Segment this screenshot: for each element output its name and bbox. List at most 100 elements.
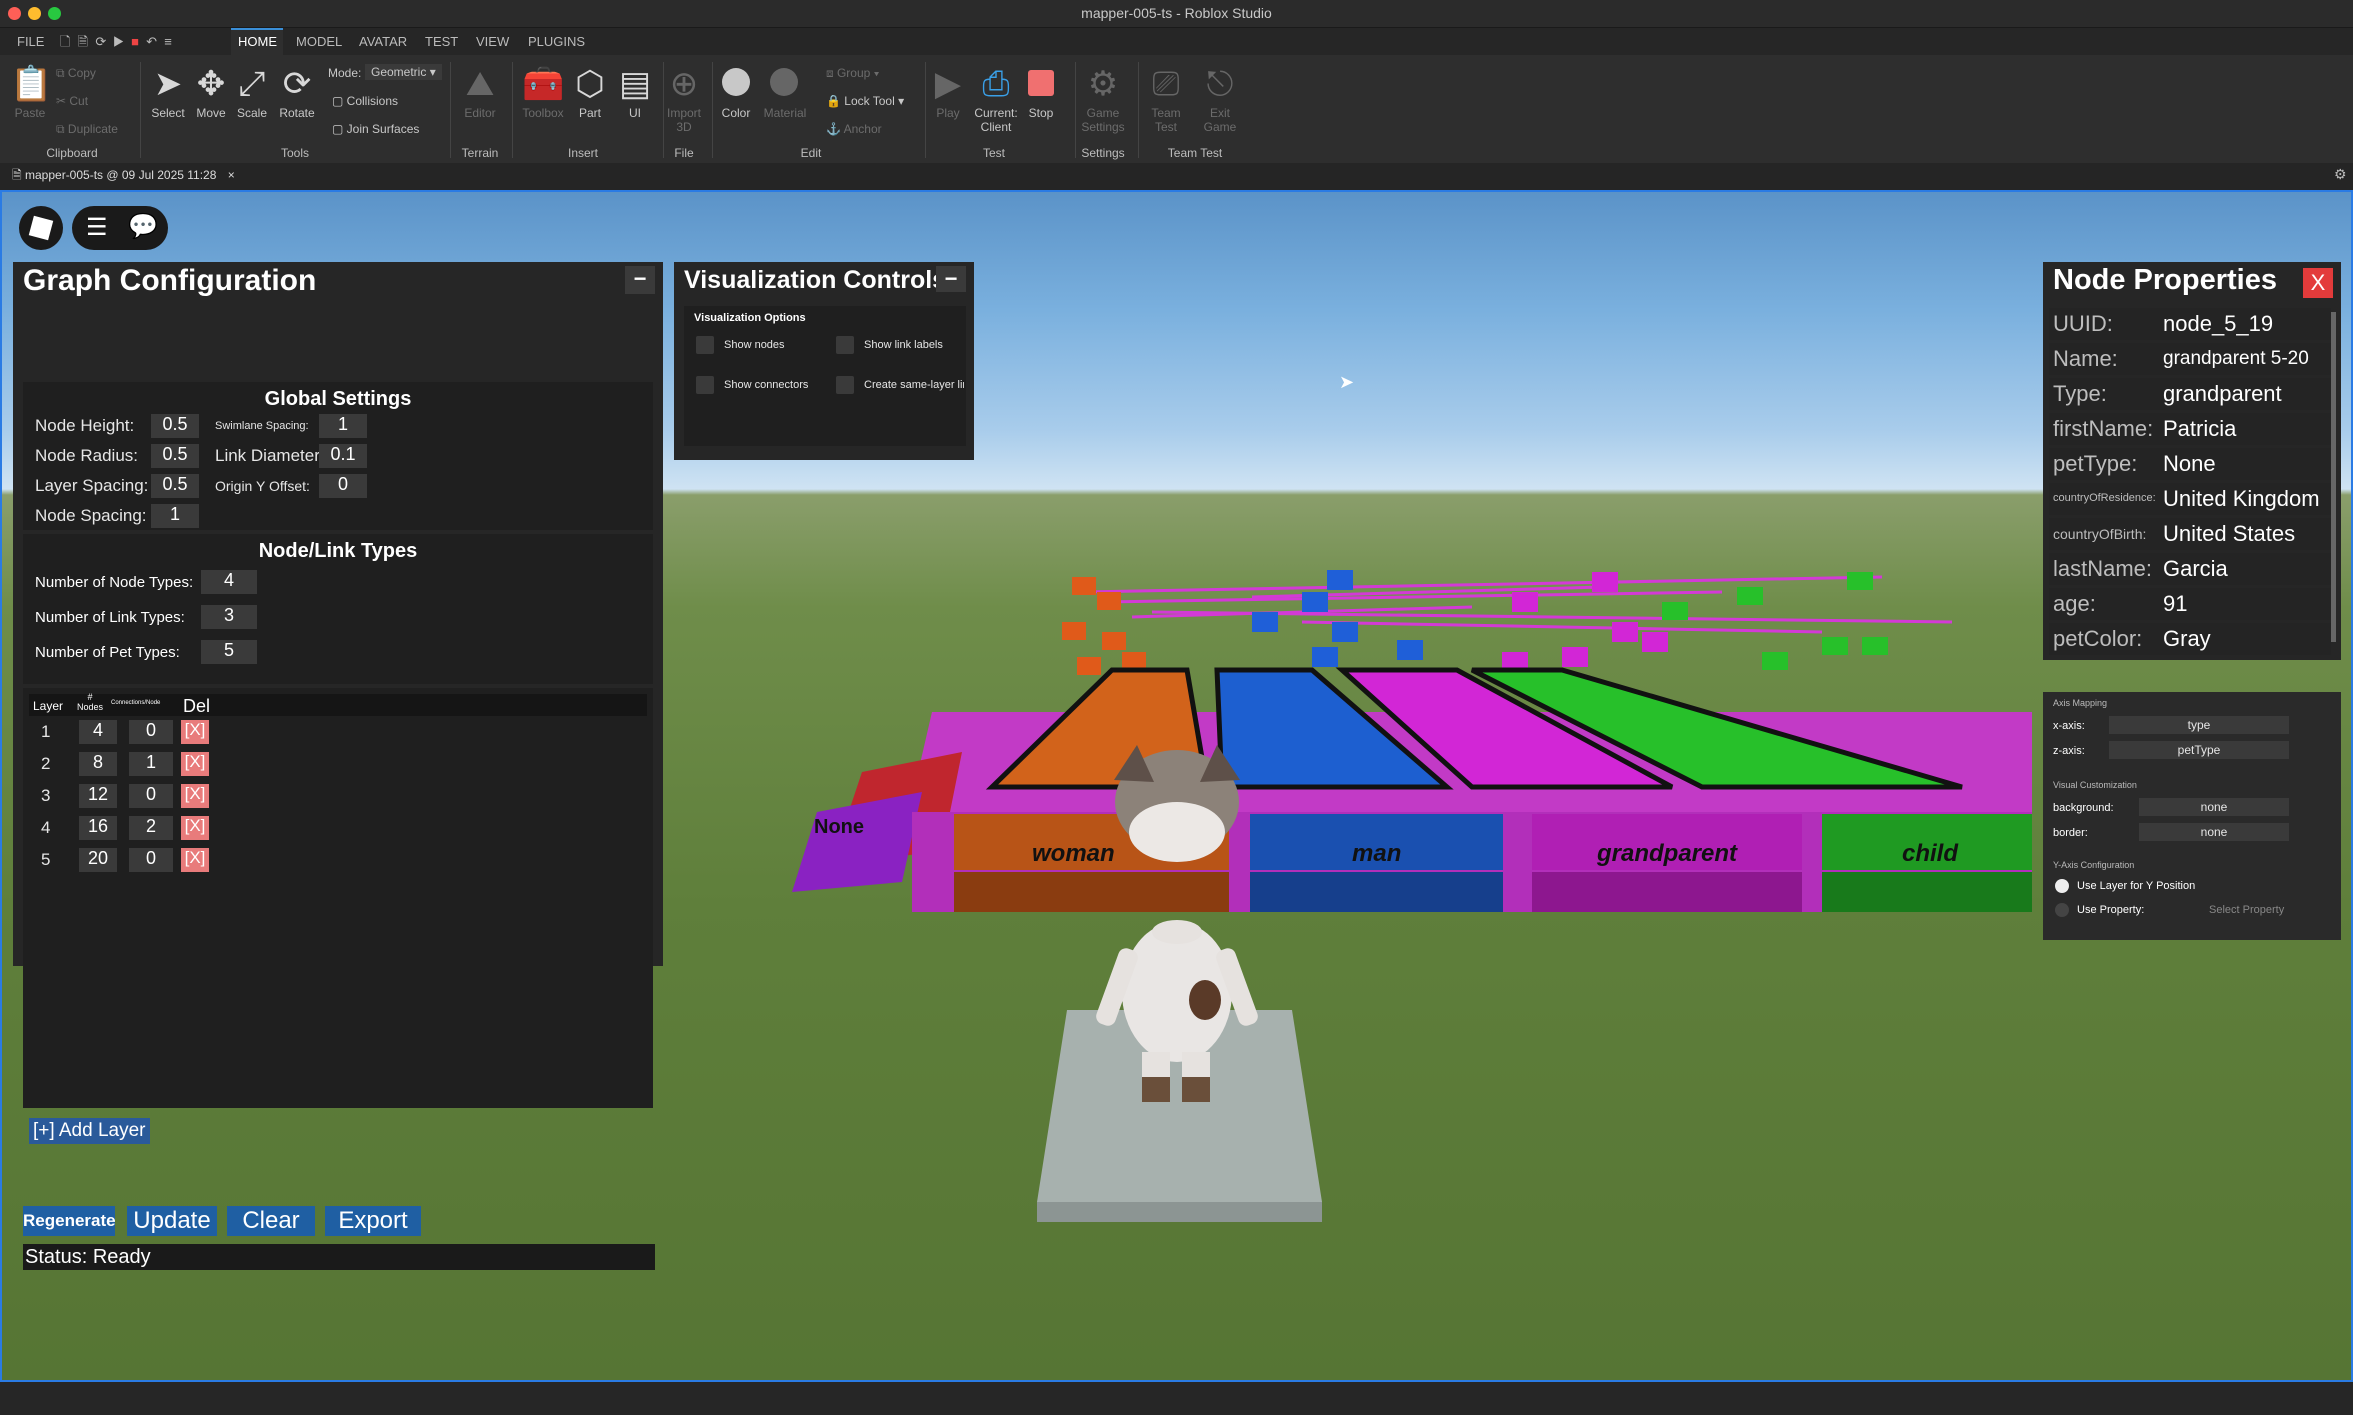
show-connectors-checkbox[interactable] <box>696 376 714 394</box>
delete-layer-button[interactable]: [X] <box>181 848 209 872</box>
menu-avatar[interactable]: AVATAR <box>359 34 407 49</box>
color-icon[interactable] <box>722 68 750 96</box>
roblox-menu-icon[interactable] <box>19 206 63 250</box>
exit-game-button[interactable]: Exit Game <box>1196 106 1244 134</box>
viz-minimize-button[interactable]: − <box>936 266 966 292</box>
terrain-editor-icon[interactable]: ⛰ <box>460 64 500 104</box>
group-button[interactable]: ⧈ Group ▾ <box>826 66 880 81</box>
rotate-icon[interactable]: ⟳ <box>279 64 315 104</box>
scale-icon[interactable]: ⤢ <box>234 64 270 104</box>
background-select[interactable]: none <box>2139 798 2289 816</box>
show-nodes-checkbox[interactable] <box>696 336 714 354</box>
select-property-dropdown[interactable]: Select Property <box>2209 904 2284 916</box>
cut-button[interactable]: ✂ Cut <box>56 94 88 108</box>
delete-layer-button[interactable]: [X] <box>181 816 209 840</box>
rotate-button[interactable]: Rotate <box>275 106 319 120</box>
color-button[interactable]: Color <box>716 106 756 120</box>
link-types-input[interactable]: 3 <box>201 605 257 629</box>
menu-model[interactable]: MODEL <box>296 34 342 49</box>
layer-nodes-input[interactable]: 20 <box>79 848 117 872</box>
layer-connections-input[interactable]: 0 <box>129 784 173 808</box>
game-settings-icon[interactable]: ⚙ <box>1083 64 1123 104</box>
node-radius-input[interactable]: 0.5 <box>151 444 199 468</box>
menu-plugins[interactable]: PLUGINS <box>528 34 585 49</box>
use-layer-radio[interactable] <box>2055 879 2069 893</box>
x-axis-select[interactable]: type <box>2109 716 2289 734</box>
play-button[interactable]: Play <box>928 106 968 120</box>
ui-icon[interactable]: ▤ <box>617 64 653 104</box>
select-button[interactable]: Select <box>148 106 188 120</box>
layer-connections-input[interactable]: 0 <box>129 720 173 744</box>
delete-layer-button[interactable]: [X] <box>181 752 209 776</box>
pet-types-input[interactable]: 5 <box>201 640 257 664</box>
layer-nodes-input[interactable]: 8 <box>79 752 117 776</box>
part-button[interactable]: Part <box>570 106 610 120</box>
origin-y-offset-input[interactable]: 0 <box>319 474 367 498</box>
team-test-button[interactable]: Team Test <box>1142 106 1190 134</box>
toolbox-icon[interactable]: 🧰 <box>522 64 564 104</box>
chat-icon[interactable]: 💬 <box>128 212 158 241</box>
delete-layer-button[interactable]: [X] <box>181 720 209 744</box>
lock-tool-button[interactable]: 🔒 Lock Tool ▾ <box>826 94 904 108</box>
swimlane-spacing-input[interactable]: 1 <box>319 414 367 438</box>
minimize-button[interactable]: − <box>625 266 655 294</box>
menu-file[interactable]: FILE <box>17 34 44 49</box>
node-height-input[interactable]: 0.5 <box>151 414 199 438</box>
settings-gear-icon[interactable]: ⚙ <box>2334 166 2347 183</box>
toolbox-button[interactable]: Toolbox <box>516 106 570 120</box>
scale-button[interactable]: Scale <box>232 106 272 120</box>
exit-game-icon[interactable]: ⎋ <box>1200 64 1240 104</box>
3d-viewport[interactable]: woman man grandparent child None ➤ ☰ 💬 G… <box>0 190 2353 1382</box>
border-select[interactable]: none <box>2139 823 2289 841</box>
same-layer-link-checkbox[interactable] <box>836 376 854 394</box>
node-types-input[interactable]: 4 <box>201 570 257 594</box>
paste-icon[interactable]: 📋 <box>10 64 52 104</box>
stop-icon[interactable] <box>1028 70 1054 96</box>
node-spacing-input[interactable]: 1 <box>151 504 199 528</box>
material-icon[interactable] <box>770 68 798 96</box>
stop-button[interactable]: Stop <box>1020 106 1062 120</box>
hamburger-menu-icon[interactable]: ☰ <box>86 213 108 242</box>
duplicate-button[interactable]: ⧉ Duplicate <box>56 122 118 137</box>
paste-button[interactable]: Paste <box>10 106 50 120</box>
terrain-editor-button[interactable]: Editor <box>455 106 505 120</box>
export-button[interactable]: Export <box>325 1206 421 1236</box>
show-link-labels-checkbox[interactable] <box>836 336 854 354</box>
collisions-toggle[interactable]: ▢ Collisions <box>332 94 398 108</box>
node-props-scrollbar[interactable] <box>2331 312 2336 642</box>
import-3d-button[interactable]: Import 3D <box>660 106 708 134</box>
use-property-radio[interactable] <box>2055 903 2069 917</box>
close-node-props-button[interactable]: X <box>2303 268 2333 298</box>
regenerate-button[interactable]: Regenerate <box>23 1206 116 1236</box>
layer-connections-input[interactable]: 2 <box>129 816 173 840</box>
delete-layer-button[interactable]: [X] <box>181 784 209 808</box>
play-icon[interactable]: ▶ <box>930 64 966 104</box>
material-button[interactable]: Material <box>760 106 810 120</box>
copy-button[interactable]: ⧉ Copy <box>56 66 96 81</box>
import-3d-icon[interactable]: ⊕ <box>664 64 704 104</box>
mode-select[interactable]: Geometric ▾ <box>365 64 442 80</box>
link-diameter-input[interactable]: 0.1 <box>319 444 367 468</box>
z-axis-select[interactable]: petType <box>2109 741 2289 759</box>
layer-nodes-input[interactable]: 16 <box>79 816 117 840</box>
layer-spacing-input[interactable]: 0.5 <box>151 474 199 498</box>
game-settings-button[interactable]: Game Settings <box>1075 106 1131 134</box>
team-test-icon[interactable]: ⎚ <box>1146 64 1186 104</box>
menu-test[interactable]: TEST <box>425 34 458 49</box>
menu-home[interactable]: HOME <box>238 34 277 49</box>
select-icon[interactable]: ➤ <box>150 64 186 104</box>
menu-view[interactable]: VIEW <box>476 34 509 49</box>
join-surfaces-toggle[interactable]: ▢ Join Surfaces <box>332 122 419 136</box>
move-icon[interactable]: ✥ <box>193 64 229 104</box>
update-button[interactable]: Update <box>127 1206 217 1236</box>
add-layer-button[interactable]: [+] Add Layer <box>29 1118 150 1144</box>
document-tab[interactable]: 🗎 mapper-005-ts @ 09 Jul 2025 11:28 × <box>12 166 235 187</box>
layer-connections-input[interactable]: 0 <box>129 848 173 872</box>
layer-connections-input[interactable]: 1 <box>129 752 173 776</box>
part-icon[interactable]: ⬡ <box>572 64 608 104</box>
close-tab-icon[interactable]: × <box>228 168 235 182</box>
current-client-icon[interactable]: ⎙ <box>976 64 1016 104</box>
anchor-button[interactable]: ⚓ Anchor <box>826 122 882 136</box>
current-client-button[interactable]: Current: Client <box>966 106 1026 134</box>
clear-button[interactable]: Clear <box>227 1206 315 1236</box>
